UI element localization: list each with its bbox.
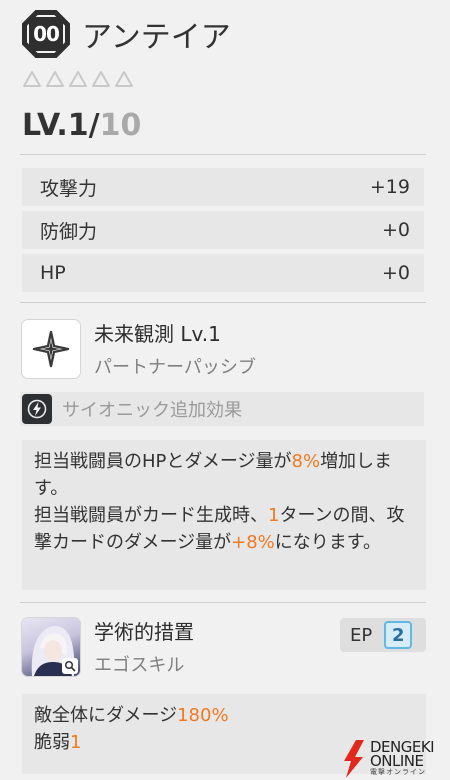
stat-row-hp: HP +0 <box>22 254 424 292</box>
desc-text: 担当戦闘員がカード生成時、 <box>34 505 268 526</box>
skill-title: 学術的措置 <box>94 620 194 644</box>
stat-row-attack: 攻撃力 +19 <box>22 168 424 206</box>
watermark-line2: ONLINE <box>370 752 424 770</box>
desc-text: 敵全体にダメージ <box>34 705 178 726</box>
rarity-badge: 00 <box>22 10 70 58</box>
sparkle-icon <box>22 319 80 378</box>
star-outline-icon <box>69 71 87 87</box>
divider <box>20 154 426 155</box>
psionic-effect-row: サイオニック追加効果 <box>20 392 424 426</box>
star-outline-icon <box>115 71 133 87</box>
star-outline-icon <box>92 71 110 87</box>
magnifier-icon[interactable] <box>62 657 78 674</box>
level-label: LV. <box>22 108 68 143</box>
character-portrait <box>22 617 80 676</box>
star-rating <box>22 70 134 88</box>
skill-type: エゴスキル <box>94 655 185 676</box>
desc-highlight: 1 <box>268 505 280 526</box>
lightning-icon <box>22 394 52 424</box>
desc-highlight: 1 <box>70 732 82 753</box>
ep-value: 2 <box>384 621 413 649</box>
stat-row-defense: 防御力 +0 <box>22 211 424 249</box>
stat-value: +0 <box>381 219 410 241</box>
divider <box>20 302 426 303</box>
skill-title: 未来観測 Lv.1 <box>94 322 221 346</box>
level-display: LV.1/10 <box>22 108 141 143</box>
level-separator: / <box>88 108 100 143</box>
stat-label: 防御力 <box>40 220 98 243</box>
skill-type: パートナーパッシブ <box>94 357 256 378</box>
stat-value: +19 <box>369 176 410 198</box>
psionic-label: サイオニック追加効果 <box>62 400 242 421</box>
ep-cost: EP 2 <box>340 618 426 652</box>
star-outline-icon <box>23 71 41 87</box>
passive-skill[interactable]: 未来観測 Lv.1 パートナーパッシブ <box>22 318 256 379</box>
divider <box>20 602 426 603</box>
stat-label: 攻撃力 <box>40 177 98 200</box>
desc-text: 担当戦闘員のHPとダメージ量が <box>34 451 292 472</box>
level-current: 1 <box>67 108 89 143</box>
watermark-line3: 電撃オンライン <box>370 768 426 776</box>
card-header: 00 アンテイア <box>22 10 231 58</box>
ego-skill[interactable]: 学術的措置 エゴスキル <box>22 616 194 677</box>
desc-highlight: 180% <box>177 705 229 726</box>
card-name: アンテイア <box>82 20 231 55</box>
dengeki-logo-icon <box>344 740 364 778</box>
desc-text: になります。 <box>274 532 381 553</box>
watermark: DENGEKI ONLINE 電撃オンライン <box>342 740 435 778</box>
passive-description: 担当戦闘員のHPとダメージ量が8%増加します。 担当戦闘員がカード生成時、1ター… <box>22 440 426 590</box>
level-max: 10 <box>99 108 142 143</box>
desc-highlight: +8% <box>231 532 275 553</box>
desc-text: 脆弱 <box>34 732 70 753</box>
stat-value: +0 <box>381 262 410 284</box>
stat-label: HP <box>40 262 66 284</box>
star-outline-icon <box>46 71 64 87</box>
desc-highlight: 8% <box>291 451 321 472</box>
stat-list: 攻撃力 +19 防御力 +0 HP +0 <box>22 168 424 297</box>
ep-label: EP <box>350 624 373 646</box>
badge-label: 00 <box>27 15 65 53</box>
